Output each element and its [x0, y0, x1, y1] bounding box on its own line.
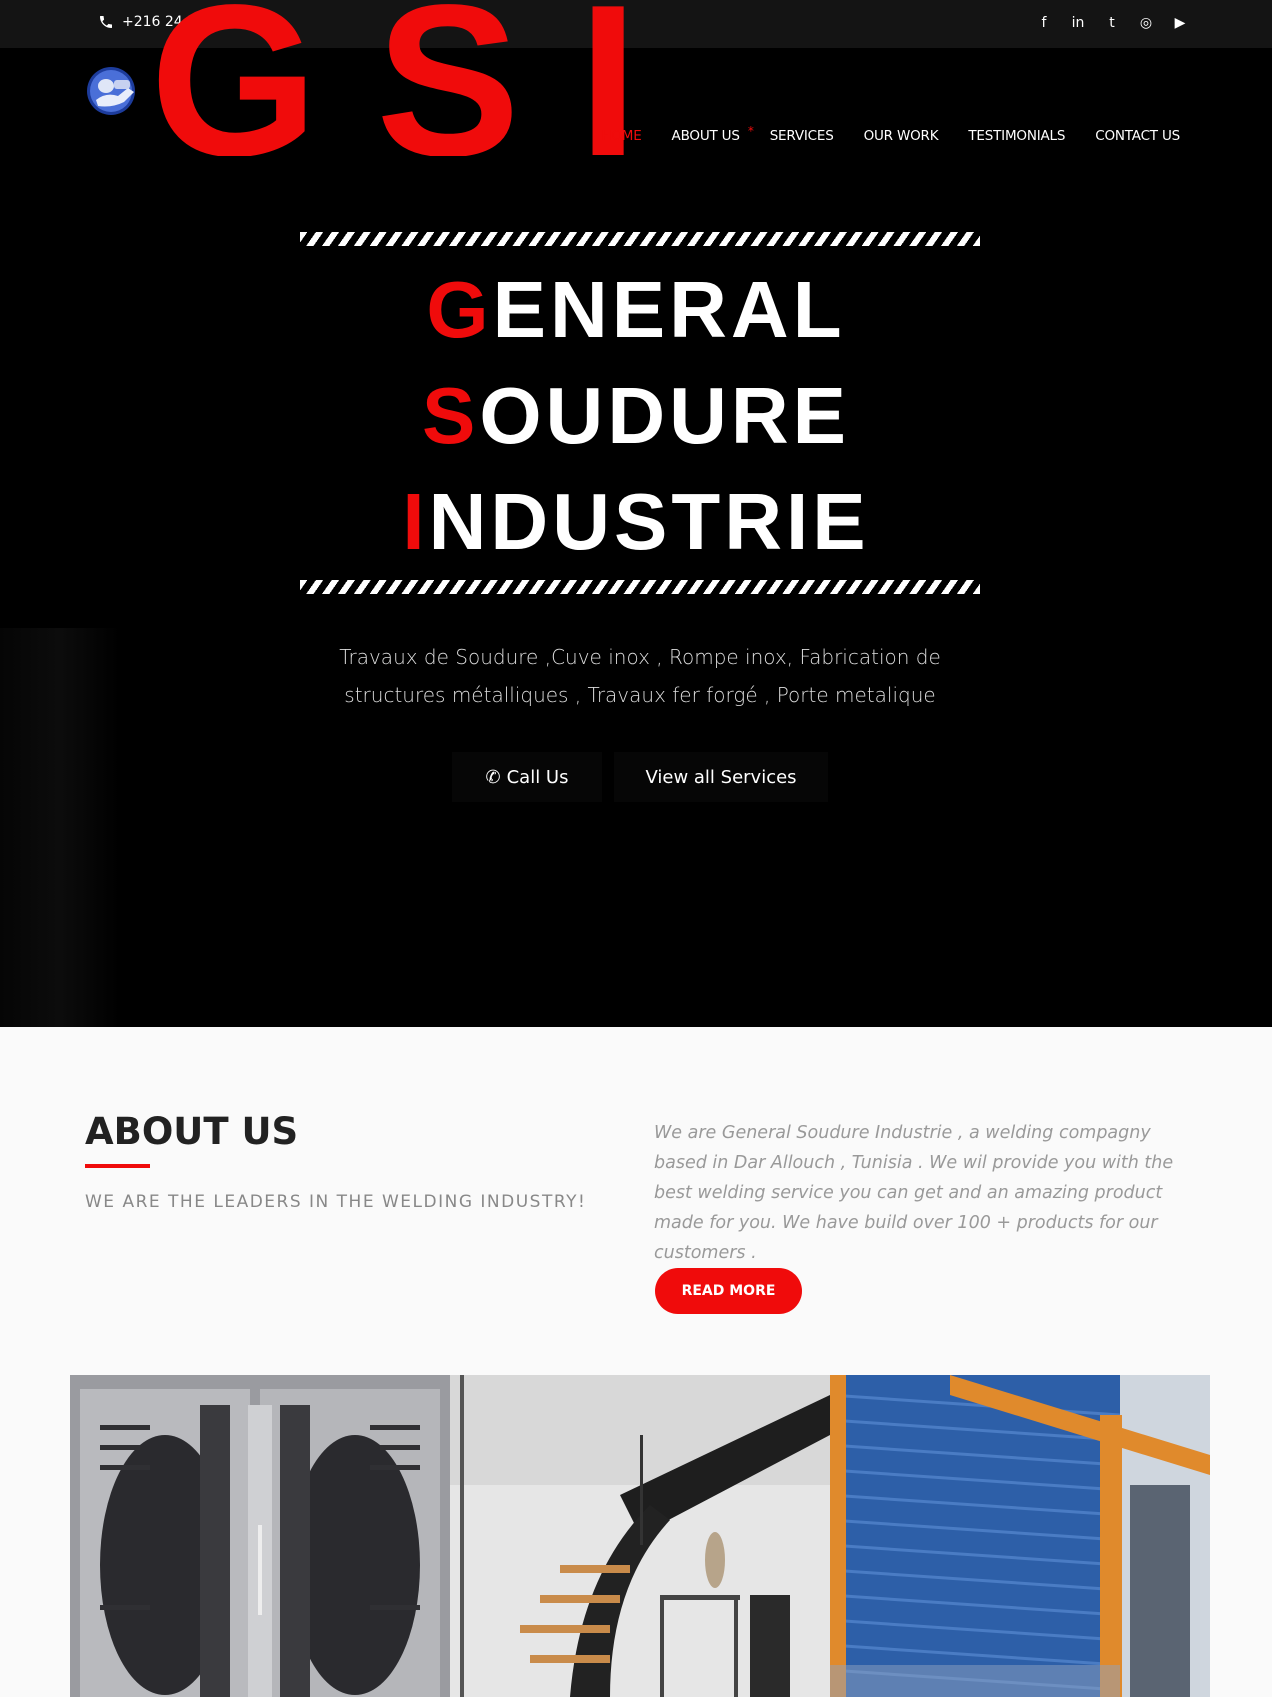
nav-services[interactable]: SERVICES: [770, 128, 834, 144]
logo-text: GSI: [150, 0, 670, 156]
facebook-icon[interactable]: f: [1036, 14, 1052, 32]
about-title: ABOUT US: [85, 1110, 299, 1153]
nav-contact-us[interactable]: CONTACT US: [1095, 128, 1180, 144]
call-us-button[interactable]: ✆ Call Us: [452, 752, 602, 802]
linkedin-icon[interactable]: in: [1070, 14, 1086, 32]
work-gallery: [70, 1375, 1210, 1697]
title-underline: [85, 1164, 150, 1168]
gallery-image-staircase[interactable]: [450, 1375, 830, 1697]
hero-initial-s: S: [421, 371, 480, 460]
nav-about-label: ABOUT US: [671, 128, 740, 144]
gallery-image-door[interactable]: [70, 1375, 450, 1697]
view-services-button[interactable]: View all Services: [614, 752, 828, 802]
main-nav: HOME ABOUT US * SERVICES OUR WORK TESTIMO…: [601, 124, 1180, 144]
nav-new-dot: *: [747, 124, 754, 138]
hazard-stripe-top: [300, 232, 980, 246]
hero-background-shadow: [0, 628, 120, 1027]
welder-logo-icon[interactable]: [84, 66, 140, 116]
hero-title-line-2: SOUDURE: [0, 376, 1272, 456]
hero-initial-i: I: [402, 477, 429, 566]
social-links: f in t ◎ ▶: [1036, 14, 1188, 32]
about-tagline: WE ARE THE LEADERS IN THE WELDING INDUST…: [85, 1192, 587, 1212]
gsi-logo[interactable]: GSI: [150, 0, 670, 156]
hero-initial-g: G: [426, 265, 493, 354]
call-us-label: Call Us: [506, 766, 569, 788]
read-more-button[interactable]: READ MORE: [655, 1268, 802, 1314]
hero-title-line-1: GENERAL: [0, 270, 1272, 350]
instagram-icon[interactable]: ◎: [1138, 14, 1154, 32]
hazard-stripe-bottom: [300, 580, 980, 594]
nav-our-work[interactable]: OUR WORK: [864, 128, 939, 144]
nav-testimonials[interactable]: TESTIMONIALS: [968, 128, 1065, 144]
phone-icon: [100, 16, 112, 28]
hero-word-oudure: OUDURE: [479, 371, 851, 460]
phone-icon: ✆: [485, 766, 501, 788]
hero-subtitle: Travaux de Soudure ,Cuve inox , Rompe in…: [339, 645, 941, 707]
hero-title-line-3: INDUSTRIE: [0, 482, 1272, 562]
hero-section: GENERAL SOUDURE INDUSTRIE Travaux de Sou…: [0, 158, 1272, 1027]
twitter-icon[interactable]: t: [1104, 14, 1120, 32]
gallery-image-shutter[interactable]: [830, 1375, 1210, 1697]
hero-word-ndustrie: NDUSTRIE: [428, 477, 870, 566]
youtube-icon[interactable]: ▶: [1172, 14, 1188, 32]
nav-home[interactable]: HOME: [601, 128, 641, 144]
hero-word-eneral: ENERAL: [492, 265, 846, 354]
nav-about-us[interactable]: ABOUT US *: [671, 124, 754, 144]
about-description: We are General Soudure Industrie , a wel…: [654, 1123, 1174, 1263]
